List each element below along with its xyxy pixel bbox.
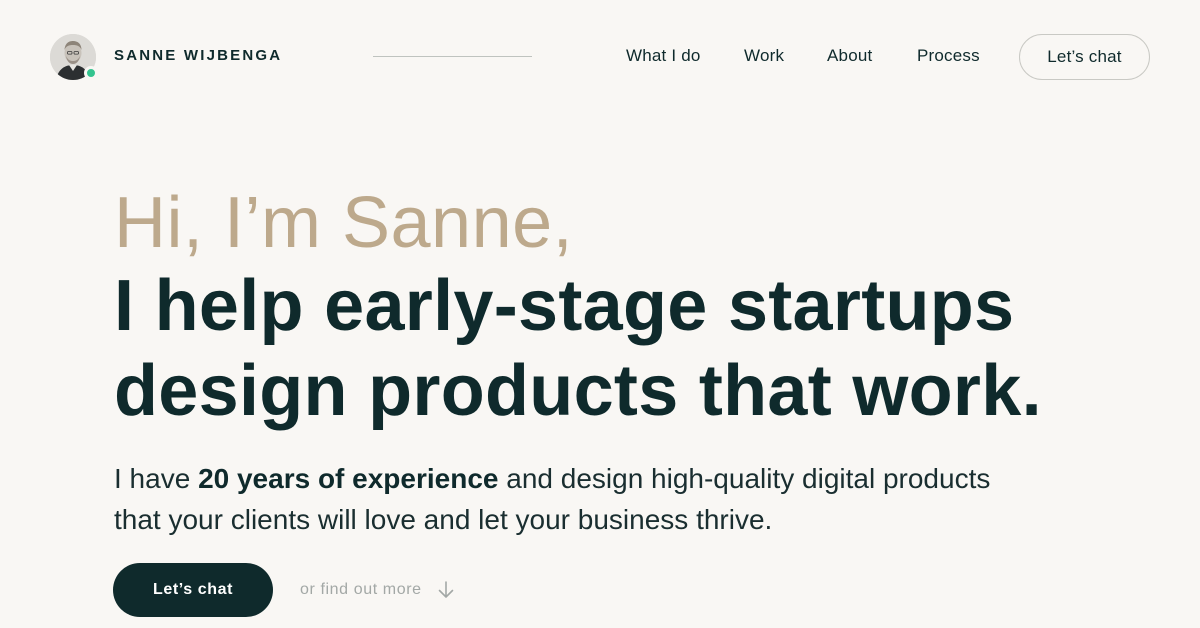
- page: SANNE WIJBENGA What I do Work About Proc…: [0, 0, 1200, 628]
- header-divider: [373, 56, 532, 57]
- nav-link-about[interactable]: About: [827, 46, 872, 66]
- intro-highlight: 20 years of experience: [198, 463, 499, 494]
- brand-name[interactable]: SANNE WIJBENGA: [114, 47, 282, 64]
- intro-prefix: I have: [114, 463, 199, 494]
- hero-headline: I help early-stage startups design produ…: [114, 264, 1114, 434]
- arrow-down-icon: [436, 580, 456, 600]
- avatar[interactable]: [50, 34, 98, 80]
- find-out-more-link[interactable]: or find out more: [300, 580, 456, 600]
- find-out-more-label: or find out more: [300, 581, 422, 598]
- headline-line-2: design products that work.: [114, 351, 1042, 431]
- hero-intro: I have 20 years of experience and design…: [114, 458, 1014, 540]
- primary-chat-button[interactable]: Let’s chat: [113, 563, 273, 617]
- headline-line-1: I help early-stage startups: [114, 266, 1015, 346]
- header-chat-button[interactable]: Let’s chat: [1019, 34, 1150, 80]
- nav-link-work[interactable]: Work: [744, 46, 784, 66]
- online-status-dot: [84, 66, 98, 80]
- hero-section: Hi, I’m Sanne, I help early-stage startu…: [114, 180, 1114, 434]
- nav-link-what-i-do[interactable]: What I do: [626, 46, 701, 66]
- site-header: SANNE WIJBENGA What I do Work About Proc…: [0, 0, 1200, 114]
- hero-greeting: Hi, I’m Sanne,: [114, 183, 574, 263]
- nav-link-process[interactable]: Process: [917, 46, 980, 66]
